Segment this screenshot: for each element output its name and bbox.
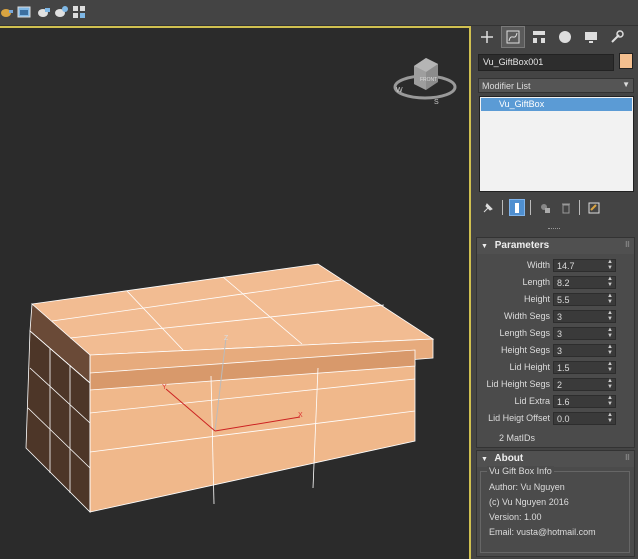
- param-label: Lid Heigt Offset: [488, 413, 550, 423]
- info-version: Version: 1.00: [489, 512, 542, 522]
- spinner-arrows-icon[interactable]: ▲ ▼: [607, 276, 613, 288]
- utilities-tab[interactable]: [605, 26, 629, 48]
- param-row-height: Height 5.5 ▲ ▼: [477, 292, 636, 309]
- param-label: Height: [523, 294, 550, 304]
- about-rollout: ▼ About ⠿ Vu Gift Box Info Author: Vu Ng…: [476, 450, 635, 557]
- spinner-arrows-icon[interactable]: ▲ ▼: [607, 412, 613, 424]
- param-label: Lid Extra: [514, 396, 550, 406]
- modify-tab[interactable]: [501, 26, 525, 48]
- make-unique-button[interactable]: [537, 199, 553, 216]
- motion-tab[interactable]: [553, 26, 577, 48]
- info-author: Author: Vu Nguyen: [489, 482, 565, 492]
- about-rollout-header[interactable]: ▼ About ⠿: [477, 451, 634, 467]
- spinner-arrows-icon[interactable]: ▲ ▼: [607, 327, 613, 339]
- param-label: Length: [522, 277, 550, 287]
- hierarchy-icon: [533, 31, 545, 43]
- pin-stack-button[interactable]: [480, 199, 496, 216]
- param-row-length: Length 8.2 ▲ ▼: [477, 275, 636, 292]
- parameters-title: Parameters: [494, 240, 550, 251]
- create-tab[interactable]: [475, 26, 499, 48]
- param-row-lid-height-offset: Lid Heigt Offset 0.0 ▲ ▼: [477, 411, 636, 428]
- param-label: Width: [526, 260, 550, 270]
- pin-icon: [483, 202, 493, 212]
- about-title: About: [494, 453, 524, 464]
- object-name-field[interactable]: Vu_GiftBox001: [478, 54, 614, 71]
- main-toolbar: [0, 0, 638, 26]
- param-row-width-segs: Width Segs 3 ▲ ▼: [477, 309, 636, 326]
- spinner-arrows-icon[interactable]: ▲ ▼: [607, 259, 613, 271]
- param-row-length-segs: Length Segs 3 ▲ ▼: [477, 326, 636, 343]
- hierarchy-tab[interactable]: [527, 26, 551, 48]
- viewcube-label: FRONT: [420, 77, 437, 83]
- spinner-arrows-icon[interactable]: ▲ ▼: [607, 293, 613, 305]
- monitor-icon: [585, 32, 597, 43]
- collapse-triangle-icon: ▼: [481, 243, 488, 250]
- show-end-result-icon: [515, 202, 519, 213]
- show-end-result-button[interactable]: [509, 199, 525, 216]
- object-color-swatch[interactable]: [619, 53, 633, 69]
- rollout-grip-icon: ⠿: [624, 455, 630, 462]
- modify-curve-icon: [506, 30, 520, 44]
- param-row-width: Width 14.7 ▲ ▼: [477, 258, 636, 275]
- motion-icon: [559, 31, 571, 43]
- param-label: Length Segs: [499, 328, 550, 338]
- panel-drag-handle[interactable]: [548, 228, 560, 230]
- svg-text:S: S: [434, 99, 439, 106]
- render-frame-window-icon[interactable]: [17, 5, 31, 19]
- spinner-arrows-icon[interactable]: ▲ ▼: [607, 395, 613, 407]
- info-group-box: Vu Gift Box Info Author: Vu Nguyen (c) V…: [480, 466, 630, 553]
- stack-item-vu-giftbox[interactable]: Vu_GiftBox: [481, 98, 632, 111]
- gizmo-x-label: X: [298, 412, 303, 419]
- parameters-rollout-header[interactable]: ▼ Parameters ⠿: [477, 238, 634, 254]
- wrench-icon: [611, 30, 624, 43]
- render-online-icon[interactable]: [72, 5, 86, 19]
- configure-sets-icon: [588, 202, 600, 213]
- teapot-render-icon[interactable]: [0, 5, 14, 19]
- param-label: Lid Height: [509, 362, 550, 372]
- collapse-triangle-icon: ▼: [481, 456, 488, 463]
- param-label: Width Segs: [503, 311, 550, 321]
- perspective-viewport[interactable]: FRONT W S Z Y X: [0, 26, 471, 559]
- render-iterative-icon[interactable]: [54, 5, 68, 19]
- param-row-lid-height: Lid Height 1.5 ▲ ▼: [477, 360, 636, 377]
- scene-render: FRONT W S Z Y X: [25, 58, 457, 513]
- param-label: Height Segs: [500, 345, 550, 355]
- spinner-arrows-icon[interactable]: ▲ ▼: [607, 378, 613, 390]
- spinner-arrows-icon[interactable]: ▲ ▼: [607, 310, 613, 322]
- param-label: Lid Height Segs: [486, 379, 550, 389]
- modifier-stack[interactable]: Vu_GiftBox: [479, 96, 634, 192]
- svg-text:W: W: [396, 87, 403, 94]
- render-production-icon[interactable]: [37, 5, 51, 19]
- parameters-rollout: ▼ Parameters ⠿ Width 14.7 ▲ ▼ Length 8.2 …: [476, 237, 635, 448]
- info-copyright: (c) Vu Nguyen 2016: [489, 497, 569, 507]
- command-panel: Vu_GiftBox001 Modifier List ▼ Vu_GiftBox…: [473, 26, 638, 559]
- toolbar-separator: [530, 200, 531, 215]
- configure-modifier-sets-button[interactable]: [586, 199, 602, 216]
- mat-ids-label: 2 MatIDs: [499, 433, 536, 443]
- plus-icon: [481, 31, 493, 43]
- toolbar-separator: [579, 200, 580, 215]
- info-email: Email: vusta@hotmail.com: [489, 527, 596, 537]
- spinner-arrows-icon[interactable]: ▲ ▼: [607, 361, 613, 373]
- remove-modifier-button[interactable]: [558, 199, 574, 216]
- spinner-arrows-icon[interactable]: ▲ ▼: [607, 344, 613, 356]
- trash-icon: [562, 203, 570, 213]
- modifier-list-dropdown[interactable]: Modifier List ▼: [478, 78, 634, 93]
- param-row-lid-height-segs: Lid Height Segs 2 ▲ ▼: [477, 377, 636, 394]
- display-tab[interactable]: [579, 26, 603, 48]
- dropdown-arrow-icon: ▼: [622, 80, 630, 89]
- make-unique-icon: [541, 203, 550, 213]
- gizmo-z-label: Z: [224, 335, 229, 342]
- gift-box-mesh[interactable]: [25, 263, 435, 513]
- rollout-grip-icon: ⠿: [624, 242, 630, 249]
- param-row-lid-extra: Lid Extra 1.6 ▲ ▼: [477, 394, 636, 411]
- modifier-list-label: Modifier List: [482, 81, 531, 91]
- param-row-height-segs: Height Segs 3 ▲ ▼: [477, 343, 636, 360]
- info-group-title: Vu Gift Box Info: [487, 466, 554, 476]
- gizmo-y-label: Y: [162, 384, 167, 391]
- viewcube[interactable]: FRONT W S: [393, 58, 457, 106]
- toolbar-separator: [502, 200, 503, 215]
